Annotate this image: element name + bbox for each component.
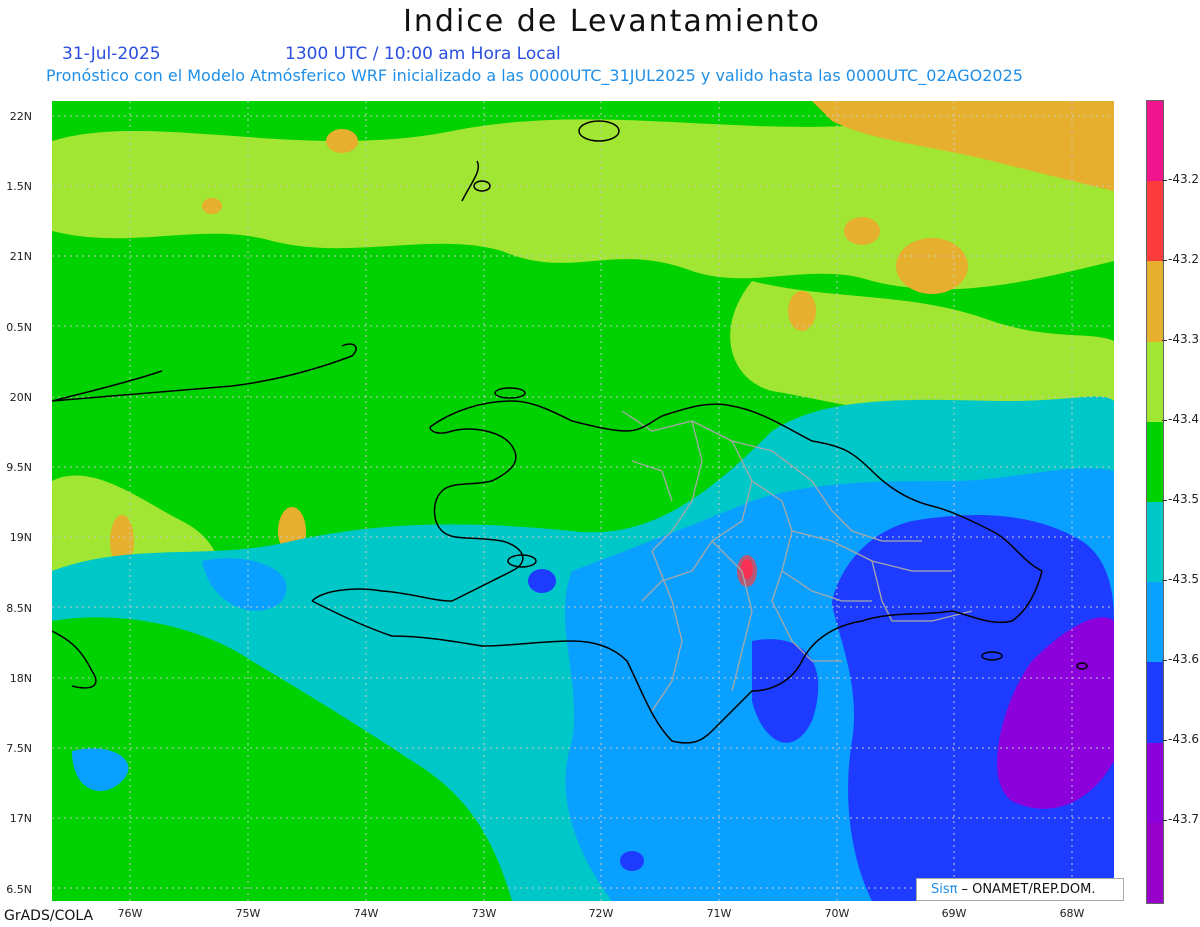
lat-label: 20N: [9, 391, 32, 404]
lon-label: 74W: [353, 907, 379, 920]
lon-label: 75W: [235, 907, 261, 920]
forecast-map: [52, 101, 1114, 901]
lon-label: 71W: [706, 907, 732, 920]
lat-label: 22N: [9, 110, 32, 123]
colorbar-segment: [1147, 181, 1163, 262]
colorbar-label: -43.2: [1168, 252, 1200, 266]
lat-label: 18N: [9, 672, 32, 685]
lat-label: 1.5N: [6, 180, 32, 193]
colorbar-segment: [1147, 822, 1163, 904]
lat-label: 21N: [9, 250, 32, 263]
lon-label: 72W: [588, 907, 614, 920]
colorbar-label: -43.3: [1168, 332, 1200, 346]
colorbar-label: -43.6: [1168, 732, 1200, 746]
sispi-logo-mark: Sisπ: [931, 882, 958, 897]
lat-label: 9.5N: [6, 461, 32, 474]
forecast-info: Pronóstico con el Modelo Atmósferico WRF…: [46, 66, 1023, 85]
colorbar-label: -43.5: [1168, 492, 1200, 506]
lat-label: 0.5N: [6, 321, 32, 334]
colorbar-segment: [1147, 662, 1163, 744]
onamet-label: – ONAMET/REP.DOM.: [961, 882, 1096, 897]
colorbar-segment: [1147, 582, 1163, 663]
grads-credit: GrADS/COLA: [4, 908, 94, 924]
colorbar-label: -43.5: [1168, 572, 1200, 586]
colorbar-segment: [1147, 101, 1163, 182]
lat-label: 7.5N: [6, 742, 32, 755]
colorbar-segment: [1147, 421, 1163, 503]
colorbar-segment: [1147, 502, 1163, 583]
valid-date: 31-Jul-2025: [62, 44, 161, 64]
lon-label: 70W: [824, 907, 850, 920]
colorbar-label: -43.2: [1168, 172, 1200, 186]
colorbar-label: -43.6: [1168, 652, 1200, 666]
map-title: Indice de Levantamiento: [403, 4, 821, 39]
lon-label: 68W: [1059, 907, 1085, 920]
colorbar-segment: [1147, 742, 1163, 824]
lifted-index-field: [52, 101, 1114, 901]
valid-time: 1300 UTC / 10:00 am Hora Local: [285, 44, 561, 64]
lat-label: 8.5N: [6, 602, 32, 615]
orange-blob-ne: [896, 238, 968, 294]
lon-label: 69W: [941, 907, 967, 920]
colorbar: [1146, 100, 1164, 904]
lat-label: 19N: [9, 531, 32, 544]
lat-label: 6.5N: [6, 883, 32, 896]
colorbar-label: -43.4: [1168, 412, 1200, 426]
lon-label: 73W: [471, 907, 497, 920]
onamet-logo: Sisπ – ONAMET/REP.DOM.: [916, 878, 1124, 901]
colorbar-label: -43.7: [1168, 812, 1200, 826]
colorbar-segment: [1147, 261, 1163, 343]
colorbar-segment: [1147, 341, 1163, 423]
lat-label: 17N: [9, 812, 32, 825]
lon-label: 76W: [117, 907, 143, 920]
